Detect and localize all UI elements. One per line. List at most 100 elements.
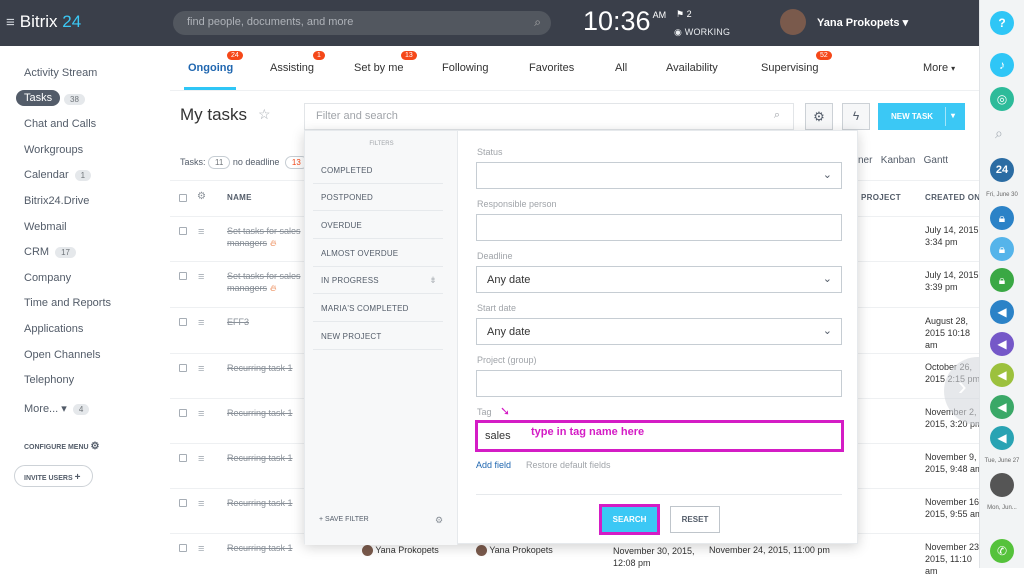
user-menu[interactable]: Yana Prokopets ▾ [817, 16, 908, 29]
add-field-link[interactable]: Add field [476, 460, 511, 470]
task-name[interactable]: Set tasks for sales managers 🔥︎ [227, 270, 305, 294]
sidebar-item-workgroups[interactable]: Workgroups [24, 144, 83, 156]
lock-icon[interactable]: 🔒︎ [990, 237, 1014, 261]
row-checkbox[interactable] [179, 272, 187, 280]
deadline-select[interactable]: Any date ⌄ [476, 266, 842, 293]
row-checkbox[interactable] [179, 227, 187, 235]
caret-down-icon[interactable]: ▾ [951, 111, 955, 120]
search-icon[interactable]: ⌕ [995, 125, 1003, 142]
task-name[interactable]: Recurring task 1 [227, 542, 305, 554]
tab-availability[interactable]: Availability [666, 62, 718, 74]
tab-more[interactable]: More ▾ [923, 62, 955, 74]
view-switcher[interactable]: ner Kanban Gantt [858, 155, 948, 166]
row-menu-icon[interactable]: ≡ [198, 363, 204, 375]
task-name[interactable]: Recurring task 1 [227, 497, 305, 509]
row-menu-icon[interactable]: ≡ [198, 408, 204, 420]
filter-preset-marias-completed[interactable]: MARIA'S COMPLETED [313, 295, 443, 322]
save-filter-button[interactable]: + SAVE FILTER [319, 516, 369, 523]
settings-button[interactable]: ⚙ [805, 103, 833, 130]
row-checkbox[interactable] [179, 409, 187, 417]
sidebar-item-open-channels[interactable]: Open Channels [24, 349, 100, 361]
megaphone-icon[interactable]: ◀ [990, 332, 1014, 356]
row-checkbox[interactable] [179, 364, 187, 372]
select-all-checkbox[interactable] [179, 194, 187, 202]
sidebar-item-more[interactable]: More... ▾ 4 [24, 402, 90, 415]
tab-all[interactable]: All [615, 62, 627, 74]
sidebar-item-company[interactable]: Company [24, 272, 71, 284]
tab-favorites[interactable]: Favorites [529, 62, 574, 74]
megaphone-icon[interactable]: ◀ [990, 426, 1014, 450]
automation-button[interactable]: ϟ [842, 103, 870, 130]
flag-counter[interactable]: ⚑ 2 [676, 9, 692, 20]
hamburger-icon[interactable]: ≡ [6, 14, 15, 31]
row-checkbox[interactable] [179, 544, 187, 552]
sidebar-item-activity-stream[interactable]: Activity Stream [24, 67, 97, 79]
lock-icon[interactable]: 🔒︎ [990, 268, 1014, 292]
filter-preset-postponed[interactable]: POSTPONED [313, 184, 443, 211]
search-button[interactable]: SEARCH [599, 504, 660, 535]
column-project[interactable]: PROJECT [861, 193, 901, 202]
row-menu-icon[interactable]: ≡ [198, 271, 204, 283]
bell-icon[interactable]: ♪ [990, 53, 1014, 77]
column-settings-gear-icon[interactable]: ⚙ [197, 191, 206, 202]
sidebar-item-calendar[interactable]: Calendar 1 [24, 169, 92, 181]
sidebar-item-drive[interactable]: Bitrix24.Drive [24, 195, 89, 207]
clock[interactable]: 10:36 AM [583, 6, 666, 37]
megaphone-icon[interactable]: ◀ [990, 363, 1014, 387]
invite-users-button[interactable]: INVITE USERS + [14, 465, 93, 487]
chat-icon[interactable]: ◎ [990, 87, 1014, 111]
gear-icon[interactable]: ⚙ [435, 515, 443, 526]
sidebar-item-time-reports[interactable]: Time and Reports [24, 297, 111, 309]
bitrix24-icon[interactable]: 24 [990, 158, 1014, 182]
task-name[interactable]: Recurring task 1 [227, 452, 305, 464]
tab-supervising[interactable]: Supervising [761, 62, 818, 74]
pin-icon[interactable]: ⇟ [429, 275, 437, 286]
row-menu-icon[interactable]: ≡ [198, 498, 204, 510]
filter-search-input[interactable]: Filter and search ⌕ [304, 103, 794, 130]
work-status[interactable]: ◉ WORKING [674, 27, 730, 38]
restore-default-fields-link[interactable]: Restore default fields [526, 460, 611, 470]
sidebar-item-applications[interactable]: Applications [24, 323, 83, 335]
tab-assisting[interactable]: Assisting [270, 62, 314, 74]
configure-menu-button[interactable]: CONFIGURE MENU ⚙ [24, 441, 99, 452]
filter-preset-new-project[interactable]: NEW PROJECT [313, 323, 443, 350]
task-name[interactable]: Recurring task 1 [227, 407, 305, 419]
sidebar-item-telephony[interactable]: Telephony [24, 374, 74, 386]
row-checkbox[interactable] [179, 318, 187, 326]
row-menu-icon[interactable]: ≡ [198, 226, 204, 238]
row-checkbox[interactable] [179, 499, 187, 507]
start-date-select[interactable]: Any date ⌄ [476, 318, 842, 345]
reset-button[interactable]: RESET [670, 506, 720, 533]
logo[interactable]: ≡ Bitrix 24 [6, 12, 81, 32]
avatar[interactable] [780, 9, 806, 35]
row-menu-icon[interactable]: ≡ [198, 453, 204, 465]
task-name[interactable]: Recurring task 1 [227, 362, 305, 374]
sidebar-item-chat[interactable]: Chat and Calls [24, 118, 96, 130]
star-icon[interactable]: ☆ [258, 106, 271, 123]
row-menu-icon[interactable]: ≡ [198, 543, 204, 555]
filter-preset-in-progress[interactable]: IN PROGRESS ⇟ [313, 267, 443, 294]
sidebar-item-webmail[interactable]: Webmail [24, 221, 67, 233]
column-created-on[interactable]: CREATED ON [925, 193, 980, 202]
phone-icon[interactable]: ✆ [990, 539, 1014, 563]
status-select[interactable]: ⌄ [476, 162, 842, 189]
row-checkbox[interactable] [179, 454, 187, 462]
filter-preset-completed[interactable]: COMPLETED [313, 157, 443, 184]
sidebar-item-tasks[interactable]: Tasks [16, 90, 61, 106]
project-input[interactable] [476, 370, 842, 397]
column-name[interactable]: NAME [227, 193, 252, 202]
row-menu-icon[interactable]: ≡ [198, 317, 204, 329]
sidebar-item-crm[interactable]: CRM 17 [24, 246, 76, 258]
task-name[interactable]: EFF3 [227, 316, 305, 328]
responsible-input[interactable] [476, 214, 842, 241]
global-search-input[interactable]: find people, documents, and more ⌕ [173, 11, 551, 35]
help-icon[interactable]: ? [990, 11, 1014, 35]
new-task-button[interactable]: NEW TASK ▾ [878, 103, 965, 130]
task-name[interactable]: Set tasks for sales managers 🔥︎ [227, 225, 305, 249]
lock-icon[interactable]: 🔒︎ [990, 206, 1014, 230]
megaphone-icon[interactable]: ◀ [990, 395, 1014, 419]
filter-preset-overdue[interactable]: OVERDUE [313, 212, 443, 239]
tab-set-by-me[interactable]: Set by me [354, 62, 404, 74]
megaphone-icon[interactable]: ◀ [990, 300, 1014, 324]
avatar[interactable] [990, 473, 1014, 497]
